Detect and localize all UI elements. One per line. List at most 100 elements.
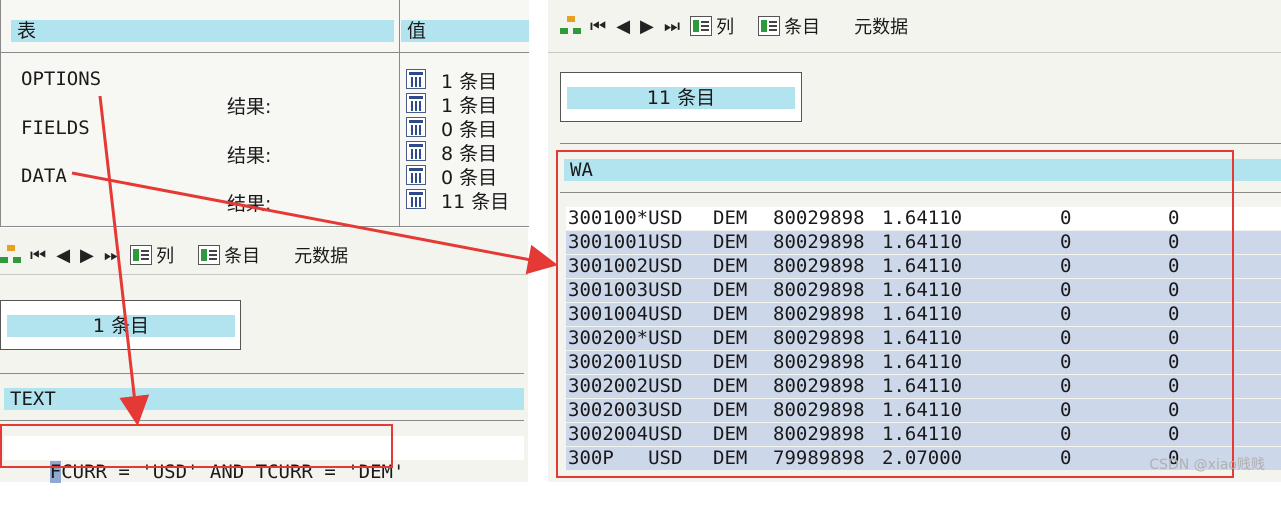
table-row[interactable]: 3001004USD DEM 80029898 1.64110 0 0 <box>566 303 1281 326</box>
table-icon[interactable] <box>406 69 426 89</box>
param-fields[interactable]: FIELDS <box>21 117 90 139</box>
table-top-border <box>560 143 1281 144</box>
value-entries: 1 条目 <box>441 95 498 117</box>
cell-date: 80029898 <box>773 255 865 277</box>
column-header-value: 值 <box>401 20 529 42</box>
cell-cur: DEM <box>713 399 748 421</box>
cell-f1: 0 <box>1060 351 1072 373</box>
table-icon[interactable] <box>406 141 426 161</box>
columns-icon <box>690 16 713 36</box>
table-icon[interactable] <box>406 165 426 185</box>
param-options[interactable]: OPTIONS <box>21 68 101 90</box>
cell-date: 80029898 <box>773 327 865 349</box>
next-page-icon[interactable]: ▶ <box>80 245 94 266</box>
previous-page-icon[interactable]: ◀ <box>616 16 630 37</box>
header-divider <box>560 192 1281 193</box>
table-row[interactable]: 300200*USD DEM 80029898 1.64110 0 0 <box>566 327 1281 350</box>
cell-rate: 1.64110 <box>882 231 963 253</box>
cell-key: 3002003USD <box>568 399 683 421</box>
toolbar-divider <box>548 52 1281 53</box>
entries-icon <box>758 16 781 36</box>
entry-count-box: 1 条目 <box>0 300 241 350</box>
table-row[interactable]: 3002002USD DEM 80029898 1.64110 0 0 <box>566 375 1281 398</box>
cell-key: 300100*USD <box>568 207 683 229</box>
columns-button[interactable]: 列 <box>130 242 174 268</box>
cell-date: 80029898 <box>773 303 865 325</box>
cell-rate: 1.64110 <box>882 351 963 373</box>
header-divider <box>0 420 524 421</box>
cell-key: 3001002USD <box>568 255 683 277</box>
entry-count-box: 11 条目 <box>560 72 802 122</box>
table-icon[interactable] <box>406 117 426 137</box>
cell-f1: 0 <box>1060 207 1072 229</box>
param-data[interactable]: DATA <box>21 165 67 187</box>
first-page-icon[interactable]: ⏮ <box>590 16 606 37</box>
table-row[interactable]: 3002004USD DEM 80029898 1.64110 0 0 <box>566 423 1281 446</box>
table-top-border <box>0 373 524 374</box>
column-header-wa[interactable]: WA <box>564 159 1281 181</box>
table-row[interactable]: 300100*USD DEM 80029898 1.64110 0 0 <box>566 207 1281 230</box>
result-label: 结果: <box>227 145 272 167</box>
column-header-text[interactable]: TEXT <box>4 388 524 410</box>
next-page-icon[interactable]: ▶ <box>640 16 654 37</box>
first-page-icon[interactable]: ⏮ <box>30 245 46 266</box>
cell-cur: DEM <box>713 375 748 397</box>
cell-key: 300P USD <box>568 447 683 469</box>
cell-f2: 0 <box>1168 279 1180 301</box>
cell-date: 80029898 <box>773 279 865 301</box>
cell-key: 3002001USD <box>568 351 683 373</box>
cell-date: 80029898 <box>773 375 865 397</box>
entries-button[interactable]: 条目 <box>758 13 820 39</box>
cell-cur: DEM <box>713 207 748 229</box>
entries-label: 条目 <box>784 17 821 38</box>
cell-rate: 1.64110 <box>882 399 963 421</box>
columns-button[interactable]: 列 <box>690 13 734 39</box>
table-row[interactable]: 3001003USD DEM 80029898 1.64110 0 0 <box>566 279 1281 302</box>
previous-page-icon[interactable]: ◀ <box>56 245 70 266</box>
cell-f1: 0 <box>1060 375 1072 397</box>
cell-cur: DEM <box>713 423 748 445</box>
table-icon[interactable] <box>406 93 426 113</box>
cell-rate: 1.64110 <box>882 327 963 349</box>
hierarchy-icon[interactable] <box>0 245 22 265</box>
cell-date: 80029898 <box>773 423 865 445</box>
cell-f2: 0 <box>1168 303 1180 325</box>
cell-cur: DEM <box>713 231 748 253</box>
columns-label: 列 <box>156 246 175 267</box>
cell-f1: 0 <box>1060 423 1072 445</box>
entry-count: 11 条目 <box>567 87 795 109</box>
column-header-table: 表 <box>11 20 394 42</box>
table-row[interactable]: 3001001USD DEM 80029898 1.64110 0 0 <box>566 231 1281 254</box>
result-label: 结果: <box>227 193 272 215</box>
metadata-button[interactable]: 元数据 <box>294 242 348 268</box>
cell-f2: 0 <box>1168 375 1180 397</box>
cell-f1: 0 <box>1060 279 1072 301</box>
table-row[interactable]: 3002001USD DEM 80029898 1.64110 0 0 <box>566 351 1281 374</box>
last-page-icon[interactable]: ⏭ <box>104 245 120 266</box>
cell-rate: 1.64110 <box>882 303 963 325</box>
text-cursor: F <box>49 461 62 483</box>
cell-cur: DEM <box>713 279 748 301</box>
cell-cur: DEM <box>713 327 748 349</box>
table-icon[interactable] <box>406 189 426 209</box>
entries-button[interactable]: 条目 <box>198 242 260 268</box>
hierarchy-icon[interactable] <box>560 16 582 36</box>
cell-date: 80029898 <box>773 231 865 253</box>
table-toolbar: ⏮ ◀ ▶ ⏭ 列 条目 元数据 <box>0 240 358 270</box>
value-entries: 0 条目 <box>441 167 498 189</box>
table-row[interactable]: 3002003USD DEM 80029898 1.64110 0 0 <box>566 399 1281 422</box>
cell-rate: 1.64110 <box>882 375 963 397</box>
cell-date: 80029898 <box>773 399 865 421</box>
metadata-button[interactable]: 元数据 <box>854 13 908 39</box>
last-page-icon[interactable]: ⏭ <box>664 16 680 37</box>
cell-cur: DEM <box>713 351 748 373</box>
table-row[interactable]: 3001002USD DEM 80029898 1.64110 0 0 <box>566 255 1281 278</box>
cell-key: 300200*USD <box>568 327 683 349</box>
table-toolbar: ⏮ ◀ ▶ ⏭ 列 条目 元数据 <box>560 11 918 41</box>
cell-f1: 0 <box>1060 303 1072 325</box>
toolbar-divider <box>0 274 528 275</box>
column-divider <box>399 0 400 226</box>
cell-rate: 2.07000 <box>882 447 963 469</box>
table-row[interactable]: FCURR = 'USD' AND TCURR = 'DEM' <box>4 436 524 483</box>
option-text: CURR = 'USD' AND TCURR = 'DEM' <box>61 461 405 483</box>
